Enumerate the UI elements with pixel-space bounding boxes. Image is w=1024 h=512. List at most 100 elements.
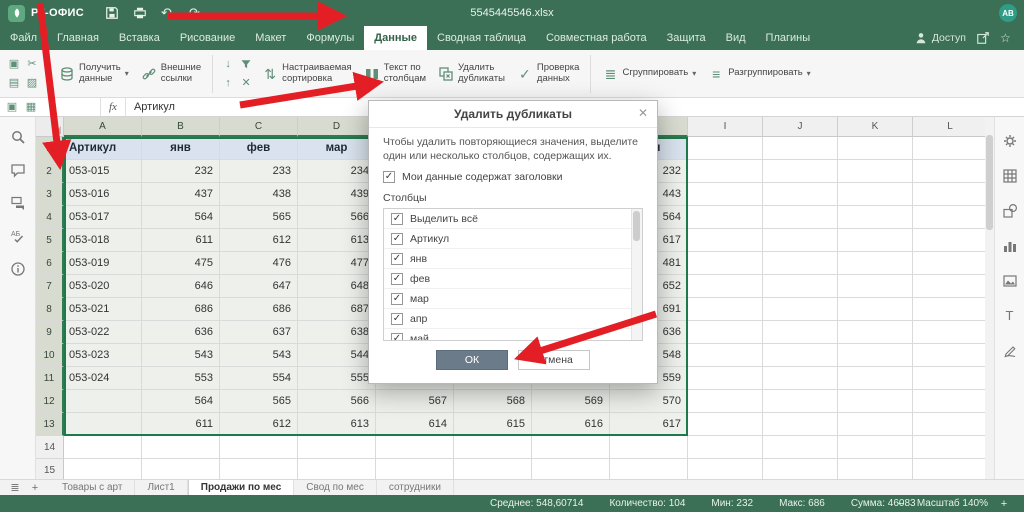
cell-style-button[interactable]: ▣: [4, 100, 20, 115]
sheet-tab-сотрудники[interactable]: сотрудники: [377, 480, 454, 495]
cell-A10[interactable]: 053-023: [64, 344, 142, 367]
access-button[interactable]: Доступ: [914, 31, 966, 45]
cell-L14[interactable]: [913, 436, 985, 459]
cell-K9[interactable]: [838, 321, 913, 344]
cell-J4[interactable]: [763, 206, 838, 229]
cell-K10[interactable]: [838, 344, 913, 367]
cell-A5[interactable]: 053-018: [64, 229, 142, 252]
tab-Данные[interactable]: Данные: [364, 26, 427, 50]
cell-G12[interactable]: 569: [532, 390, 610, 413]
внешние-ссылки-button[interactable]: Внешние ссылки: [136, 60, 206, 88]
zoom-out-button[interactable]: −: [895, 498, 907, 510]
cell-D13[interactable]: 613: [298, 413, 376, 436]
cell-L2[interactable]: [913, 160, 985, 183]
cell-D11[interactable]: 555: [298, 367, 376, 390]
tab-Защита[interactable]: Защита: [657, 26, 716, 50]
checkbox[interactable]: ✓: [391, 313, 403, 325]
row-header-6[interactable]: 6: [36, 252, 64, 275]
cell-E14[interactable]: [376, 436, 454, 459]
cell-J8[interactable]: [763, 298, 838, 321]
cell-I3[interactable]: [688, 183, 763, 206]
sidebar-settings-button[interactable]: [1000, 131, 1020, 151]
sheet-tab-Свод по мес[interactable]: Свод по мес: [294, 480, 377, 495]
cell-J10[interactable]: [763, 344, 838, 367]
close-icon[interactable]: ✕: [638, 106, 648, 120]
cell-D5[interactable]: 613: [298, 229, 376, 252]
cell-A3[interactable]: 053-016: [64, 183, 142, 206]
cell-C12[interactable]: 565: [220, 390, 298, 413]
настраиваемая-сортировка-button[interactable]: ⇅Настраиваемая сортировка: [257, 60, 357, 88]
cell-K6[interactable]: [838, 252, 913, 275]
cell-J6[interactable]: [763, 252, 838, 275]
column-header-L[interactable]: L: [913, 117, 985, 137]
cell-K1[interactable]: [838, 137, 913, 160]
print-button[interactable]: [130, 4, 150, 22]
textart-settings-button[interactable]: Т: [1000, 306, 1020, 326]
cell-B7[interactable]: 646: [142, 275, 220, 298]
cell-H13[interactable]: 617: [610, 413, 688, 436]
tab-Совместная работа[interactable]: Совместная работа: [536, 26, 657, 50]
cell-D6[interactable]: 477: [298, 252, 376, 275]
row-header-4[interactable]: 4: [36, 206, 64, 229]
checkbox[interactable]: ✓: [391, 333, 403, 342]
cell-G14[interactable]: [532, 436, 610, 459]
cell-C4[interactable]: 565: [220, 206, 298, 229]
cell-B12[interactable]: 564: [142, 390, 220, 413]
cell-J2[interactable]: [763, 160, 838, 183]
cell-E13[interactable]: 614: [376, 413, 454, 436]
cell-I4[interactable]: [688, 206, 763, 229]
chat-button[interactable]: [8, 193, 28, 213]
cancel-button[interactable]: Отмена: [518, 350, 590, 370]
cell-I1[interactable]: [688, 137, 763, 160]
row-header-8[interactable]: 8: [36, 298, 64, 321]
cell-J3[interactable]: [763, 183, 838, 206]
tab-Сводная таблица[interactable]: Сводная таблица: [427, 26, 536, 50]
column-header-D[interactable]: D: [298, 117, 376, 137]
row-header-5[interactable]: 5: [36, 229, 64, 252]
cell-C8[interactable]: 686: [220, 298, 298, 321]
headers-checkbox-row[interactable]: ✓ Мои данные содержат заголовки: [383, 171, 643, 183]
cell-E12[interactable]: 567: [376, 390, 454, 413]
cell-J5[interactable]: [763, 229, 838, 252]
sheet-list-icon[interactable]: ≣: [6, 481, 24, 495]
column-header-B[interactable]: B: [142, 117, 220, 137]
cell-J13[interactable]: [763, 413, 838, 436]
row-header-14[interactable]: 14: [36, 436, 64, 459]
search-button[interactable]: [8, 127, 28, 147]
cell-L7[interactable]: [913, 275, 985, 298]
cell-J15[interactable]: [763, 459, 838, 479]
signature-settings-button[interactable]: [1000, 341, 1020, 361]
cell-I8[interactable]: [688, 298, 763, 321]
cell-B11[interactable]: 553: [142, 367, 220, 390]
column-checkbox-item-мар[interactable]: ✓мар: [384, 289, 642, 309]
cell-I14[interactable]: [688, 436, 763, 459]
listbox-scrollbar[interactable]: [631, 209, 642, 340]
cell-I6[interactable]: [688, 252, 763, 275]
cell-C1[interactable]: фев: [220, 137, 298, 160]
cell-K15[interactable]: [838, 459, 913, 479]
checkbox[interactable]: ✓: [391, 253, 403, 265]
tab-Формулы[interactable]: Формулы: [296, 26, 364, 50]
cell-I12[interactable]: [688, 390, 763, 413]
cell-L10[interactable]: [913, 344, 985, 367]
cell-D8[interactable]: 687: [298, 298, 376, 321]
table-settings-button[interactable]: [1000, 166, 1020, 186]
cell-K3[interactable]: [838, 183, 913, 206]
cell-L9[interactable]: [913, 321, 985, 344]
cell-J12[interactable]: [763, 390, 838, 413]
filter-button[interactable]: [238, 56, 254, 73]
cell-A11[interactable]: 053-024: [64, 367, 142, 390]
cell-C9[interactable]: 637: [220, 321, 298, 344]
comment-button[interactable]: [8, 160, 28, 180]
cell-K8[interactable]: [838, 298, 913, 321]
cell-D4[interactable]: 566: [298, 206, 376, 229]
format-painter-button[interactable]: ▨: [24, 75, 40, 92]
cell-L1[interactable]: [913, 137, 985, 160]
cell-L8[interactable]: [913, 298, 985, 321]
cell-A7[interactable]: 053-020: [64, 275, 142, 298]
cell-L11[interactable]: [913, 367, 985, 390]
cell-D3[interactable]: 439: [298, 183, 376, 206]
checkbox[interactable]: ✓: [391, 213, 403, 225]
cell-C3[interactable]: 438: [220, 183, 298, 206]
cell-C7[interactable]: 647: [220, 275, 298, 298]
